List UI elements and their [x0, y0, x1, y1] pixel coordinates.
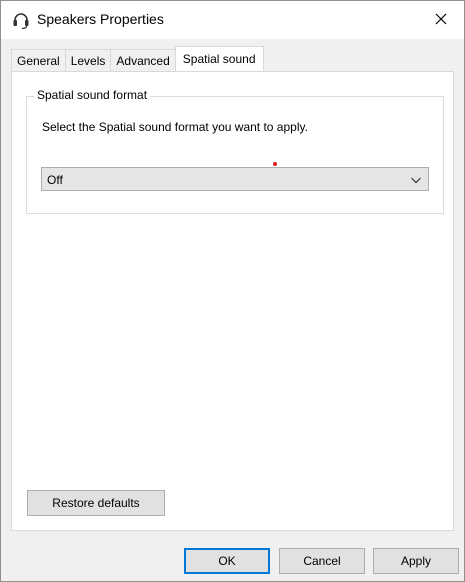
spatial-sound-format-group: Spatial sound format Select the Spatial … — [26, 88, 444, 214]
restore-defaults-button[interactable]: Restore defaults — [27, 490, 165, 516]
ok-button[interactable]: OK — [184, 548, 270, 574]
title-bar: Speakers Properties — [1, 1, 464, 39]
red-dot-marker — [273, 162, 277, 166]
headset-speaker-icon — [11, 10, 31, 30]
window-title: Speakers Properties — [37, 11, 164, 27]
close-button[interactable] — [418, 1, 464, 39]
group-description: Select the Spatial sound format you want… — [42, 120, 308, 134]
group-label: Spatial sound format — [34, 88, 151, 102]
spatial-sound-format-select[interactable]: Off — [41, 167, 429, 191]
close-icon — [435, 13, 447, 28]
cancel-button[interactable]: Cancel — [279, 548, 365, 574]
properties-window: Speakers Properties General Levels Advan… — [0, 0, 465, 582]
tab-spatial-sound[interactable]: Spatial sound — [174, 46, 264, 71]
tab-general[interactable]: General — [11, 49, 66, 71]
apply-button[interactable]: Apply — [373, 548, 459, 574]
select-value: Off — [47, 173, 63, 187]
chevron-down-icon — [410, 174, 422, 186]
tab-advanced[interactable]: Advanced — [110, 49, 176, 71]
tab-strip: General Levels Advanced Spatial sound — [11, 46, 264, 71]
tab-panel: Spatial sound format Select the Spatial … — [11, 71, 454, 531]
tab-levels[interactable]: Levels — [64, 49, 112, 71]
